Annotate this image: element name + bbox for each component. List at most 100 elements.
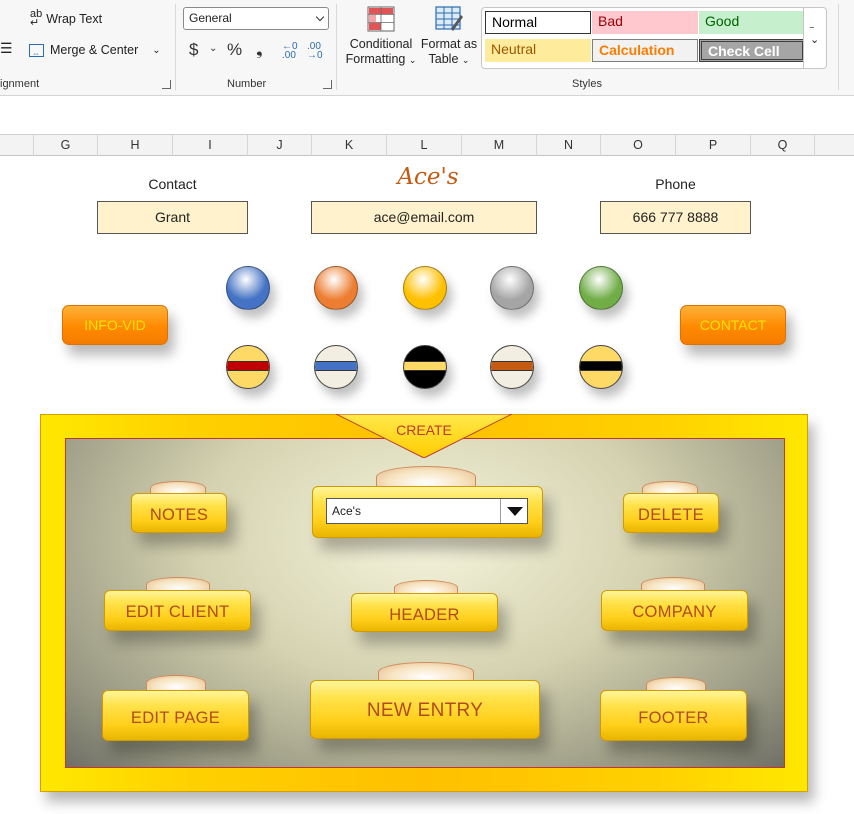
- banded-swatch[interactable]: [490, 345, 534, 389]
- swatch-band: [580, 361, 622, 371]
- banded-swatch[interactable]: [226, 345, 270, 389]
- ribbon-separator: [838, 4, 839, 90]
- notes-button[interactable]: NOTES: [131, 493, 227, 533]
- ribbon-separator: [175, 4, 176, 90]
- column-header[interactable]: I: [173, 135, 248, 156]
- footer-button[interactable]: FOOTER: [600, 690, 747, 741]
- conditional-formatting-label-1: Conditional: [349, 37, 413, 51]
- new-entry-button[interactable]: NEW ENTRY: [310, 680, 540, 739]
- contact-button[interactable]: CONTACT: [680, 305, 786, 345]
- percent-icon: %: [227, 40, 243, 59]
- style-good[interactable]: Good: [699, 11, 805, 34]
- column-header[interactable]: G: [34, 135, 98, 156]
- email-cell[interactable]: ace@email.com: [311, 201, 537, 234]
- swatch-band: [491, 361, 533, 371]
- color-swatch[interactable]: [490, 266, 534, 310]
- client-select[interactable]: Ace's: [326, 498, 528, 524]
- column-header[interactable]: M: [462, 135, 537, 156]
- ribbon-separator: [336, 4, 337, 90]
- conditional-formatting-icon: [367, 6, 395, 32]
- style-neutral-label: Neutral: [491, 41, 537, 57]
- banded-swatch[interactable]: [579, 345, 623, 389]
- contact-label: Contact: [148, 176, 197, 192]
- banded-swatch[interactable]: [314, 345, 358, 389]
- style-normal[interactable]: Normal: [485, 11, 591, 34]
- delete-button[interactable]: DELETE: [623, 493, 719, 533]
- header-button-label: HEADER: [389, 606, 460, 624]
- number-format-select[interactable]: General: [183, 7, 329, 30]
- merge-center-label: Merge & Center: [50, 43, 139, 57]
- style-calculation-label: Calculation: [599, 42, 675, 58]
- wrap-text-button[interactable]: ab ↵ Wrap Text: [30, 9, 102, 29]
- contact-name-cell[interactable]: Grant: [97, 201, 248, 234]
- client-select-value: Ace's: [332, 504, 361, 518]
- company-button-label: COMPANY: [632, 603, 717, 621]
- column-header[interactable]: Q: [751, 135, 815, 156]
- column-header[interactable]: K: [312, 135, 387, 156]
- formula-area: [0, 97, 854, 134]
- column-header[interactable]: L: [387, 135, 462, 156]
- style-calculation[interactable]: Calculation: [592, 39, 698, 62]
- comma-icon: ❟: [256, 40, 263, 59]
- align-justify-icon[interactable]: ☰: [0, 40, 13, 57]
- chevron-down-icon: [315, 12, 325, 22]
- style-bad[interactable]: Bad: [592, 11, 698, 34]
- style-check-cell-label: Check Cell: [708, 43, 780, 59]
- decrease-decimal-icon: .00 →0: [307, 41, 323, 61]
- chevron-down-icon[interactable]: ⌄: [152, 45, 160, 56]
- alignment-group-label: ignment: [0, 78, 40, 90]
- page-title: Ace's: [397, 164, 459, 190]
- column-header[interactable]: H: [98, 135, 173, 156]
- color-swatch[interactable]: [226, 266, 270, 310]
- excel-window: ☰ ab ↵ Wrap Text ⇔ Merge & Center ⌄ ignme…: [0, 0, 854, 814]
- decrease-decimal-button[interactable]: .00 →0: [307, 41, 323, 61]
- style-good-label: Good: [705, 13, 740, 29]
- number-format-value: General: [189, 11, 232, 25]
- comma-style-button[interactable]: ❟: [256, 40, 263, 60]
- style-check-cell[interactable]: Check Cell: [699, 39, 805, 62]
- color-swatch[interactable]: [403, 266, 447, 310]
- percent-button[interactable]: %: [227, 40, 242, 60]
- edit-page-button-label: EDIT PAGE: [130, 709, 221, 727]
- dropdown-arrow-icon[interactable]: [500, 499, 527, 523]
- info-vid-button[interactable]: INFO-VID: [62, 305, 168, 345]
- edit-page-button[interactable]: EDIT PAGE: [102, 690, 249, 741]
- merge-center-icon: ⇔: [29, 43, 44, 58]
- company-button[interactable]: COMPANY: [601, 590, 748, 631]
- notes-button-label: NOTES: [149, 506, 209, 524]
- format-as-table-label-1: Format as: [420, 37, 478, 51]
- conditional-formatting-button[interactable]: Conditional Formatting ⌄: [345, 5, 417, 68]
- expand-gallery-icon: ‾ ⌄: [810, 27, 820, 46]
- swatch-band: [404, 361, 446, 371]
- chevron-down-icon[interactable]: ⌄: [209, 43, 217, 54]
- increase-decimal-button[interactable]: ←0.00: [282, 41, 298, 61]
- styles-more-button[interactable]: ‾ ⌄: [803, 7, 827, 69]
- increase-decimal-icon: ←0.00: [282, 41, 298, 61]
- format-as-table-label-2: Table ⌄: [428, 52, 470, 66]
- column-header[interactable]: O: [601, 135, 676, 156]
- button-knob: [376, 466, 476, 488]
- phone-label: Phone: [655, 176, 696, 192]
- alignment-launcher-icon[interactable]: [162, 80, 171, 89]
- column-header[interactable]: P: [676, 135, 751, 156]
- merge-center-button[interactable]: ⇔ Merge & Center ⌄: [29, 43, 161, 58]
- style-bad-label: Bad: [598, 13, 623, 29]
- color-swatch[interactable]: [579, 266, 623, 310]
- phone-cell[interactable]: 666 777 8888: [600, 201, 751, 234]
- column-header[interactable]: N: [537, 135, 601, 156]
- swatch-band: [315, 361, 357, 371]
- header-button[interactable]: HEADER: [351, 593, 498, 632]
- color-swatch[interactable]: [314, 266, 358, 310]
- banded-swatch[interactable]: [403, 345, 447, 389]
- format-as-table-button[interactable]: Format as Table ⌄: [420, 5, 478, 68]
- chevron-down-icon: ⌄: [461, 55, 470, 65]
- style-normal-label: Normal: [492, 14, 538, 30]
- styles-group-label: Styles: [572, 78, 602, 90]
- currency-button[interactable]: $: [189, 40, 198, 60]
- style-neutral[interactable]: Neutral: [485, 39, 591, 62]
- column-header[interactable]: J: [248, 135, 312, 156]
- edit-client-button[interactable]: EDIT CLIENT: [104, 590, 251, 631]
- format-as-table-icon: [435, 6, 463, 31]
- column-header-f[interactable]: [0, 135, 34, 156]
- number-launcher-icon[interactable]: [323, 80, 332, 89]
